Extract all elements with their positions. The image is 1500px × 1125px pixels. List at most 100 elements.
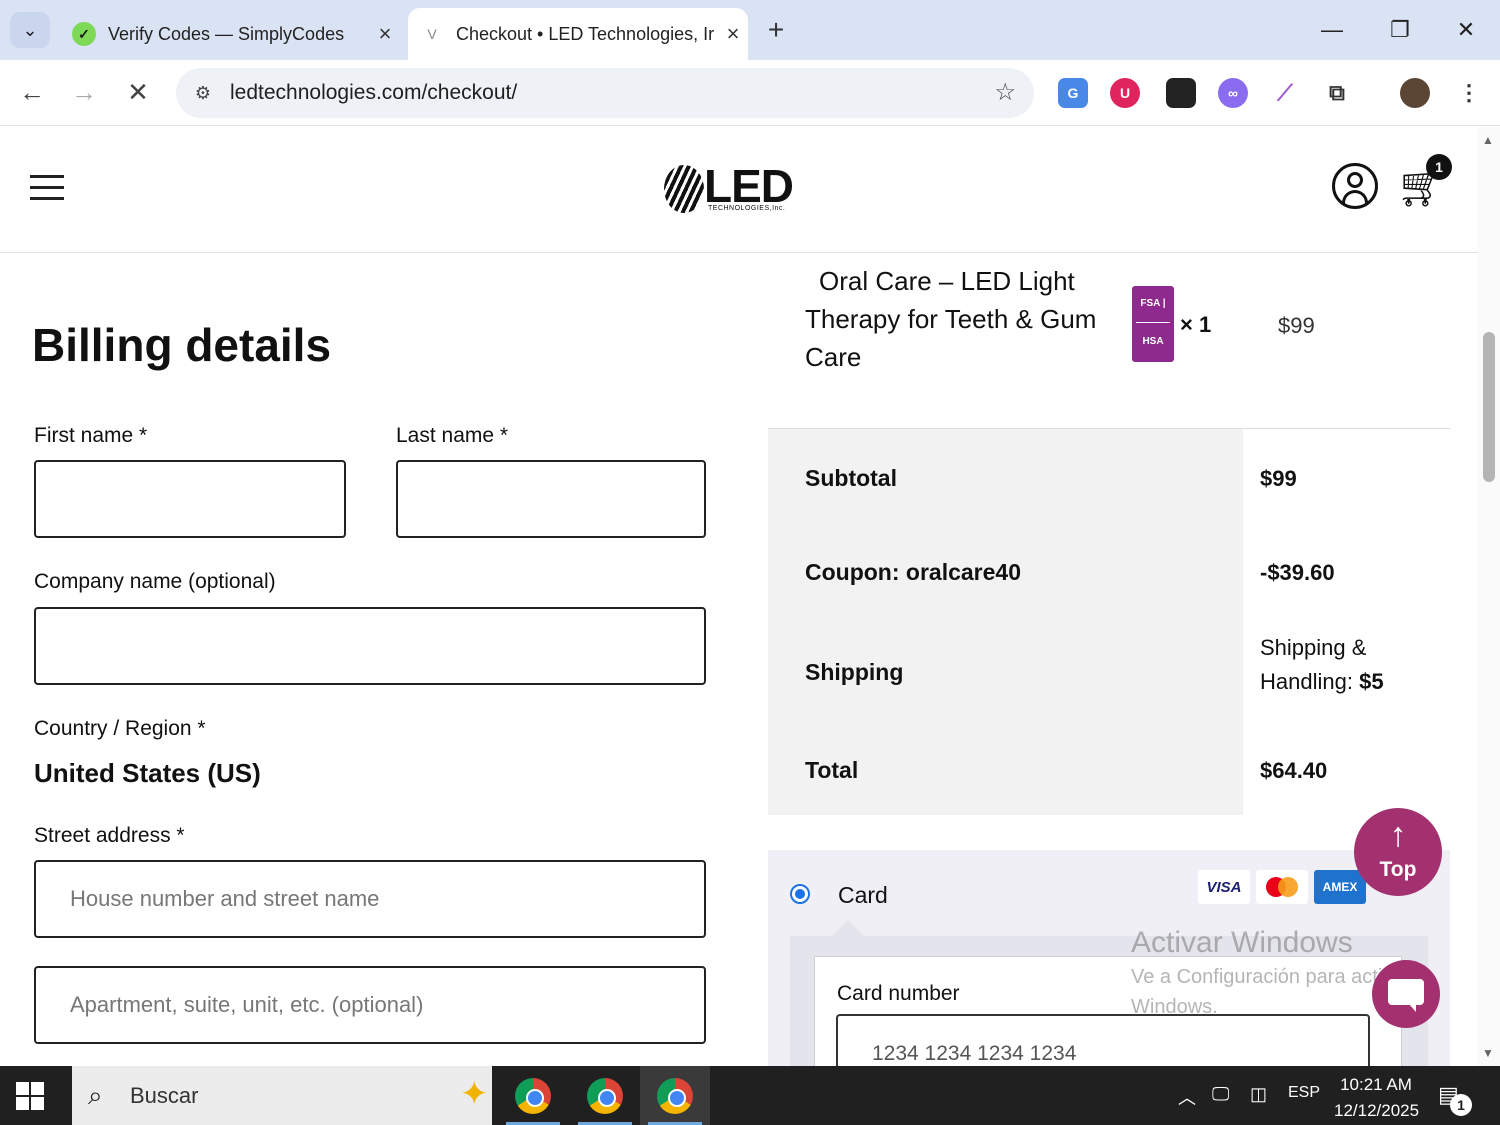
street-placeholder: House number and street name [70, 886, 380, 911]
tab-title: Verify Codes — SimplyCodes [108, 23, 345, 44]
volume-icon[interactable]: ◫ [1250, 1084, 1267, 1105]
forward-button[interactable]: → [66, 74, 102, 110]
billing-title: Billing details [32, 319, 332, 371]
network-icon[interactable]: 🖵 [1212, 1084, 1229, 1105]
address-bar[interactable]: ⚙ ledtechnologies.com/checkout/ ☆ [176, 68, 1034, 118]
tab-search-button[interactable]: ⌄ [10, 12, 50, 48]
chrome-taskbar-app-2[interactable] [570, 1066, 640, 1125]
card-radio[interactable] [790, 884, 810, 904]
back-to-top-button[interactable]: ↑ Top [1354, 808, 1442, 896]
chat-bubble-icon [1388, 979, 1424, 1005]
taskbar-search-placeholder: Buscar [130, 1083, 199, 1108]
browser-toolbar: ← → ✕ ⚙ ledtechnologies.com/checkout/ ☆ … [0, 60, 1500, 173]
taskbar-search[interactable]: ⌕ Buscar ✦ [72, 1066, 492, 1125]
mastercard-icon [1256, 870, 1308, 904]
first-name-field[interactable] [34, 460, 346, 538]
windows-taskbar: ⌕ Buscar ✦ ︿ 🖵 ◫ ESP 10:21 AM 12/12/2025… [0, 1066, 1500, 1125]
translate-extension-icon[interactable]: G [1058, 78, 1088, 108]
scroll-up-icon[interactable]: ▲ [1482, 133, 1494, 147]
logo-mark [664, 165, 704, 213]
activation-watermark-title: Activar Windows [1131, 926, 1353, 959]
windows-start-icon[interactable] [16, 1082, 46, 1112]
last-name-label: Last name * [396, 424, 509, 447]
puzzle-icon[interactable]: ⧉ [1322, 78, 1352, 108]
site-logo[interactable]: LED TECHNOLOGIES,Inc. [664, 160, 800, 221]
browser-menu-icon[interactable]: ⋮ [1454, 78, 1484, 108]
card-number-label: Card number [837, 982, 960, 1005]
page-scrollbar[interactable]: ▲ ▼ [1478, 127, 1500, 1066]
top-label: Top [1379, 858, 1417, 881]
country-label: Country / Region * [34, 717, 206, 740]
visa-icon: VISA [1198, 870, 1250, 904]
chrome-taskbar-app-1[interactable] [498, 1066, 568, 1125]
search-icon: ⌕ [88, 1080, 103, 1110]
minimize-button[interactable]: — [1312, 12, 1352, 48]
site-header: LED TECHNOLOGIES,Inc. 🛒︎ [0, 127, 1478, 253]
back-button[interactable]: ← [14, 74, 50, 110]
close-tab-icon[interactable]: × [370, 21, 400, 47]
apartment-placeholder: Apartment, suite, unit, etc. (optional) [70, 992, 424, 1017]
shipping-label: Shipping [805, 659, 904, 685]
card-method-label[interactable]: Card [838, 882, 888, 909]
clock-date: 12/12/2025 [1334, 1101, 1420, 1120]
panel-notch [832, 920, 864, 936]
profile-avatar[interactable] [1400, 78, 1430, 108]
notifications-badge: 1 [1450, 1094, 1472, 1116]
amex-text: AMEX [1322, 880, 1358, 894]
chrome-taskbar-app-3[interactable] [640, 1066, 710, 1125]
shield-extension-icon[interactable]: U [1110, 78, 1140, 108]
logo-subtext: TECHNOLOGIES,Inc. [708, 205, 786, 212]
pen-extension-icon[interactable]: ⟋ [1270, 78, 1300, 108]
product-quantity: × 1 [1180, 312, 1212, 337]
site-settings-icon[interactable]: ⚙ [190, 80, 216, 106]
close-window-button[interactable]: ✕ [1446, 12, 1486, 48]
hamburger-menu-icon[interactable] [30, 175, 64, 201]
link-extension-icon[interactable]: ∞ [1218, 78, 1248, 108]
coupon-value: -$39.60 [1260, 560, 1335, 585]
stop-loading-button[interactable]: ✕ [120, 74, 156, 110]
total-value: $64.40 [1260, 758, 1328, 783]
subtotal-value: $99 [1260, 466, 1297, 491]
apartment-field[interactable]: Apartment, suite, unit, etc. (optional) [34, 966, 706, 1044]
company-field[interactable] [34, 607, 706, 685]
taskbar-clock[interactable]: 10:21 AM 12/12/2025 [1334, 1072, 1420, 1124]
first-name-label: First name * [34, 424, 148, 447]
street-address-field[interactable]: House number and street name [34, 860, 706, 938]
card-number-placeholder: 1234 1234 1234 1234 [872, 1042, 1077, 1065]
language-indicator[interactable]: ESP [1288, 1084, 1320, 1102]
url-text[interactable]: ledtechnologies.com/checkout/ [230, 81, 517, 105]
shipping-value: Shipping & Handling: $5 [1260, 631, 1430, 699]
restore-button[interactable]: ❐ [1380, 12, 1420, 48]
scroll-down-icon[interactable]: ▼ [1482, 1046, 1494, 1060]
close-tab-icon[interactable]: × [718, 21, 748, 47]
chevron-down-icon: ⌄ [22, 19, 38, 40]
street-label: Street address * [34, 824, 185, 847]
arrow-up-icon: ↑ [1389, 816, 1407, 854]
chat-button[interactable] [1372, 960, 1440, 1028]
sparkle-icon: ✦ [460, 1075, 489, 1113]
account-icon[interactable] [1332, 163, 1378, 209]
country-value: United States (US) [34, 758, 261, 788]
fsa-hsa-badge: FSA | HSA [1132, 286, 1174, 362]
hsa-label: HSA [1142, 336, 1164, 347]
simplycodes-icon: ✓ [72, 22, 96, 46]
bookmark-star-icon[interactable]: ☆ [994, 78, 1016, 107]
scrollbar-thumb[interactable] [1483, 332, 1495, 482]
tab-simplycodes[interactable]: ✓ Verify Codes — SimplyCodes × [60, 8, 400, 60]
visa-text: VISA [1206, 878, 1242, 896]
company-label: Company name (optional) [34, 570, 276, 593]
tray-chevron-icon[interactable]: ︿ [1178, 1084, 1196, 1110]
subtotal-label: Subtotal [805, 465, 897, 491]
total-label: Total [805, 757, 859, 783]
tab-title: Checkout • LED Technologies, Ir [456, 23, 715, 44]
cart-count-badge: 1 [1426, 154, 1452, 180]
shipping-amount: $5 [1359, 669, 1384, 694]
tab-checkout[interactable]: V Checkout • LED Technologies, Ir × [408, 8, 748, 60]
new-tab-button[interactable]: + [760, 14, 792, 46]
product-price: $99 [1278, 313, 1315, 338]
led-favicon: V [427, 26, 437, 42]
coupon-label: Coupon: oralcare40 [805, 559, 1021, 585]
product-name[interactable]: Oral Care – LED Light Therapy for Teeth … [805, 262, 1115, 376]
chat-extension-icon[interactable] [1166, 78, 1196, 108]
last-name-field[interactable] [396, 460, 706, 538]
